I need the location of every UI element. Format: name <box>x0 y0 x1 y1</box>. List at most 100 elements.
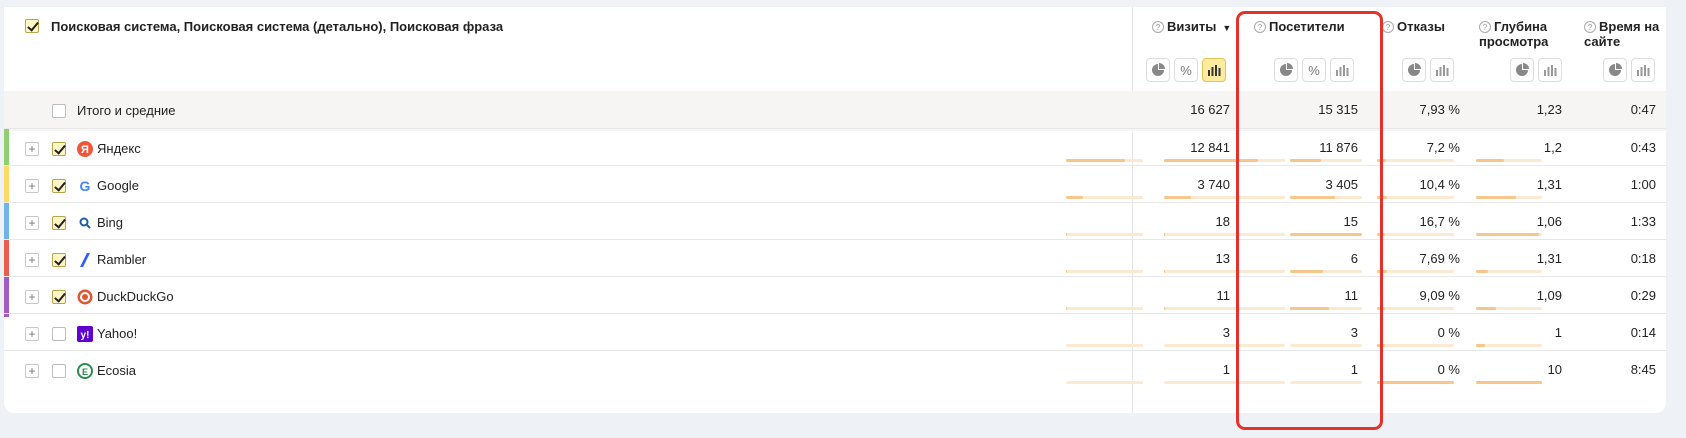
bar-fill-visitors <box>1164 233 1165 236</box>
source-label[interactable]: Rambler <box>97 252 146 267</box>
cell-visits: 3 <box>1222 325 1230 340</box>
cell-time: 0:18 <box>1630 251 1656 266</box>
bar-chart-button[interactable] <box>1202 58 1226 82</box>
yahoo-icon: y! <box>77 326 93 342</box>
row-checkbox[interactable] <box>52 253 66 267</box>
svg-text:E: E <box>82 367 88 377</box>
cell-depth: 10 <box>1547 362 1562 377</box>
bar-track-time <box>1476 381 1542 384</box>
source-label[interactable]: Yahoo! <box>97 326 137 341</box>
bar-fill-time <box>1476 196 1516 199</box>
bar-track-visits <box>1066 307 1143 310</box>
bar-track-depth <box>1377 159 1454 162</box>
cell-bounces: 16,7 % <box>1419 214 1460 229</box>
select-all-checkbox[interactable] <box>25 19 39 33</box>
total-visits: 16 627 <box>1190 102 1230 117</box>
bar-track-time <box>1476 270 1542 273</box>
bar-track-depth <box>1377 270 1454 273</box>
bar-chart-button[interactable] <box>1430 58 1454 82</box>
cell-bounces: 7,69 % <box>1419 251 1460 266</box>
column-label-visits: Визиты <box>1167 19 1217 34</box>
cell-time: 0:43 <box>1630 140 1656 155</box>
pie-chart-button[interactable] <box>1402 58 1426 82</box>
bars-icon <box>1544 65 1557 76</box>
totals-label: Итого и средние <box>77 103 176 118</box>
expand-button[interactable]: + <box>25 216 39 230</box>
expand-button[interactable]: + <box>25 142 39 156</box>
bar-fill-time <box>1476 233 1539 236</box>
pie-chart-button[interactable] <box>1146 58 1170 82</box>
bar-track-visits <box>1066 344 1143 347</box>
bars-icon <box>1637 65 1650 76</box>
yandex-icon: Я <box>77 141 93 157</box>
row-checkbox[interactable] <box>52 179 66 193</box>
cell-bounces: 0 % <box>1437 362 1460 377</box>
help-icon[interactable]: ? <box>1382 21 1394 33</box>
bar-fill-visitors <box>1164 307 1165 310</box>
percent-button[interactable]: % <box>1174 58 1198 82</box>
column-header-visits[interactable]: ? Визиты ▼ <box>1152 19 1231 36</box>
source-label[interactable]: DuckDuckGo <box>97 289 174 304</box>
row-checkbox[interactable] <box>52 142 66 156</box>
cell-visits: 11 <box>1216 288 1231 303</box>
rambler-icon <box>77 252 93 268</box>
cell-depth: 1,31 <box>1536 177 1562 192</box>
pie-chart-button[interactable] <box>1603 58 1627 82</box>
bar-fill-depth <box>1377 381 1454 384</box>
pie-icon <box>1408 63 1421 76</box>
cell-visits: 3 740 <box>1197 177 1230 192</box>
total-bounces: 7,93 % <box>1419 102 1460 117</box>
cell-visits: 1 <box>1222 362 1230 377</box>
table-row[interactable]: + G Google 3 740 3 405 10,4 % 1,31 1:00 <box>4 165 1666 206</box>
cell-visits: 18 <box>1215 214 1230 229</box>
table-row[interactable]: + E Ecosia 1 1 0 % 10 8:45 <box>4 350 1666 390</box>
percent-icon: % <box>1180 62 1192 78</box>
expand-button[interactable]: + <box>25 327 39 341</box>
help-icon[interactable]: ? <box>1479 21 1491 33</box>
bar-fill-time <box>1476 344 1485 347</box>
row-checkbox[interactable] <box>52 290 66 304</box>
bar-track-visits <box>1066 270 1143 273</box>
totals-checkbox[interactable] <box>52 104 66 118</box>
bar-chart-button[interactable] <box>1538 58 1562 82</box>
bar-track-time <box>1476 196 1542 199</box>
expand-button[interactable]: + <box>25 179 39 193</box>
svg-text:Я: Я <box>81 144 89 156</box>
grouping-title[interactable]: Поисковая система, Поисковая система (де… <box>51 19 503 34</box>
cell-bounces: 0 % <box>1437 325 1460 340</box>
visitors-column-highlight <box>1236 11 1383 430</box>
row-checkbox[interactable] <box>52 216 66 230</box>
bar-track-time <box>1476 307 1542 310</box>
sort-desc-icon[interactable]: ▼ <box>1222 23 1231 33</box>
bars-icon <box>1436 65 1449 76</box>
series-color-stripe <box>4 203 9 243</box>
help-icon[interactable]: ? <box>1584 21 1596 33</box>
table-header: Поисковая система, Поисковая система (де… <box>4 7 1666 93</box>
source-label[interactable]: Ecosia <box>97 363 136 378</box>
table-row[interactable]: + DuckDuckGo 11 11 9,09 % 1,09 0:29 <box>4 276 1666 317</box>
expand-button[interactable]: + <box>25 364 39 378</box>
expand-button[interactable]: + <box>25 253 39 267</box>
source-label[interactable]: Google <box>97 178 139 193</box>
bar-track-visits <box>1066 159 1143 162</box>
expand-button[interactable]: + <box>25 290 39 304</box>
cell-depth: 1,31 <box>1536 251 1562 266</box>
help-icon[interactable]: ? <box>1152 21 1164 33</box>
total-time: 0:47 <box>1630 102 1656 117</box>
row-checkbox[interactable] <box>52 364 66 378</box>
row-checkbox[interactable] <box>52 327 66 341</box>
cell-time: 1:33 <box>1630 214 1656 229</box>
column-header-time[interactable]: ? Время на сайте <box>1584 19 1664 49</box>
pie-chart-button[interactable] <box>1510 58 1534 82</box>
bar-chart-button[interactable] <box>1631 58 1655 82</box>
column-header-bounces[interactable]: ? Отказы <box>1382 19 1445 34</box>
table-row[interactable]: + Bing 18 15 16,7 % 1,06 1:33 <box>4 202 1666 243</box>
source-label[interactable]: Bing <box>97 215 123 230</box>
bar-track-depth <box>1377 381 1454 384</box>
table-row[interactable]: + Rambler 13 6 7,69 % 1,31 0:18 <box>4 239 1666 280</box>
cell-time: 0:29 <box>1630 288 1656 303</box>
table-row[interactable]: + y! Yahoo! 3 3 0 % 1 0:14 <box>4 313 1666 353</box>
source-label[interactable]: Яндекс <box>97 141 141 156</box>
table-row[interactable]: + Я Яндекс 12 841 11 876 7,2 % 1,2 0:43 <box>4 128 1666 169</box>
column-header-depth[interactable]: ? Глубина просмотра <box>1479 19 1569 49</box>
